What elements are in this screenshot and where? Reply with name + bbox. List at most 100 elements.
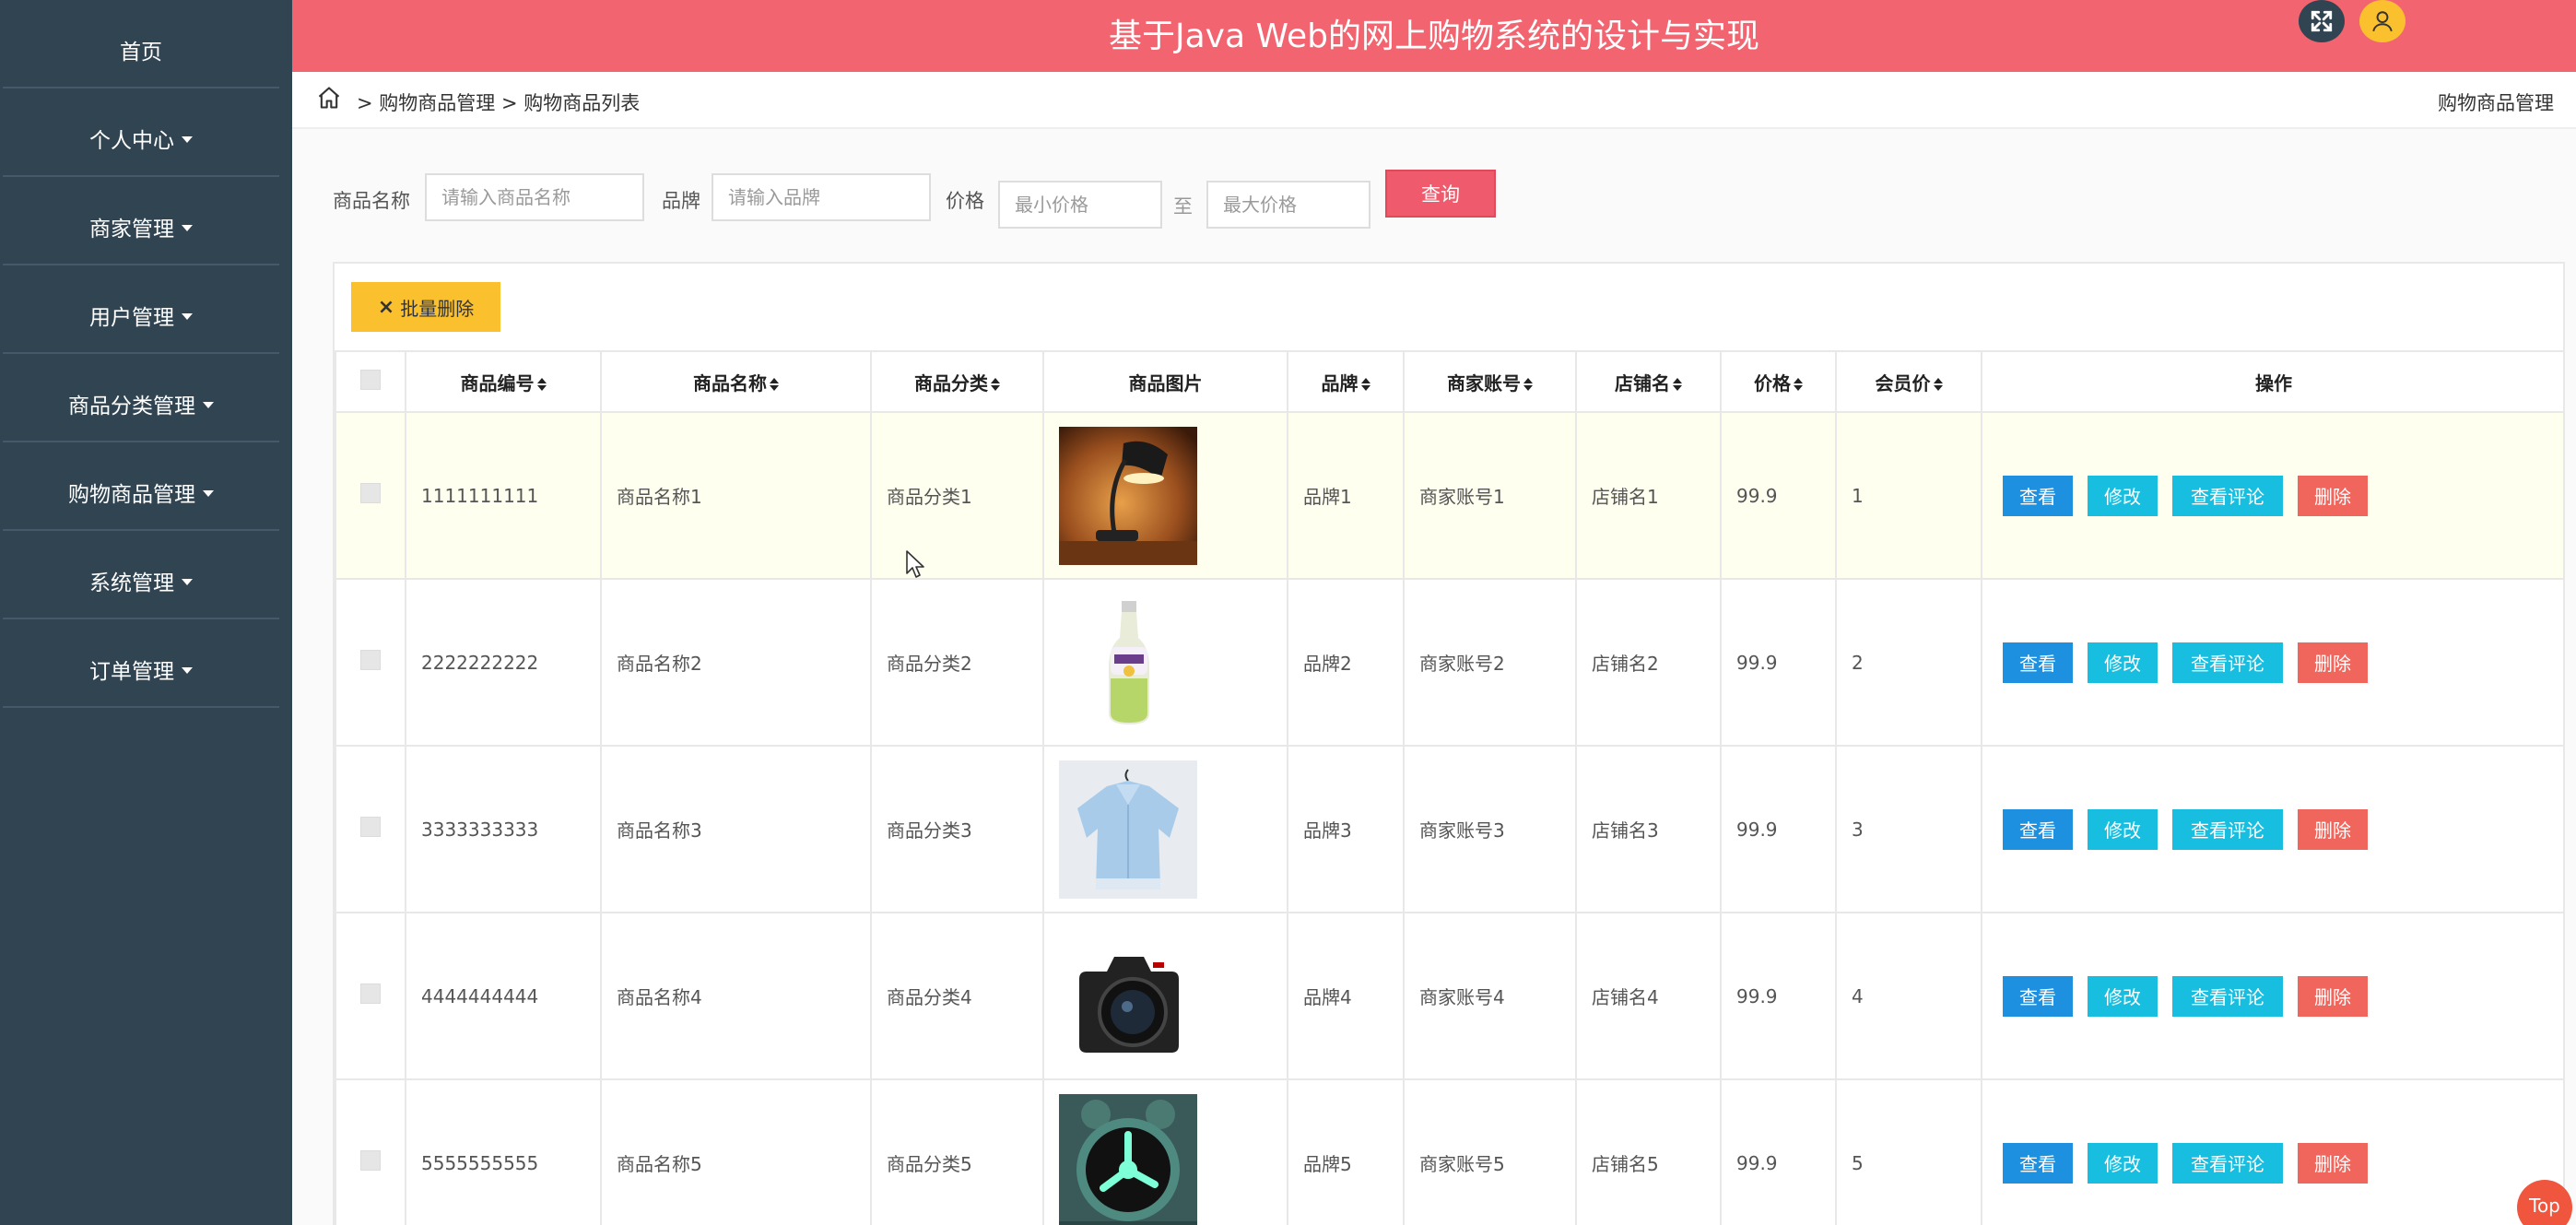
cell-id: 5555555555 (405, 1078, 602, 1225)
brand-label: 品牌 (662, 190, 700, 212)
cell-name: 商品名称5 (600, 1078, 872, 1225)
product-image-alarm-clock (1059, 1093, 1197, 1225)
edit-button[interactable]: 修改 (2088, 475, 2158, 516)
sidebar-item-home[interactable]: 首页 (3, 0, 279, 88)
column-header-brand[interactable]: 品牌 (1287, 350, 1405, 413)
batch-delete-label: 批量删除 (400, 297, 475, 320)
sort-icon (1523, 378, 1533, 391)
sidebar-item-merchant-management[interactable]: 商家管理 (3, 177, 279, 265)
column-header-actions: 操作 (1981, 350, 2563, 413)
caret-down-icon (203, 401, 214, 408)
query-button[interactable]: 查询 (1385, 170, 1496, 218)
cell-brand: 品牌3 (1287, 745, 1405, 913)
edit-button[interactable]: 修改 (2088, 975, 2158, 1017)
row-checkbox[interactable] (360, 817, 381, 837)
max-price-input[interactable] (1206, 181, 1370, 229)
fullscreen-button[interactable] (2299, 0, 2345, 42)
delete-button[interactable]: 删除 (2298, 808, 2368, 850)
column-header-name[interactable]: 商品名称 (600, 350, 872, 413)
table-row: 1111111111 商品名称1 商品分类1 品牌1 商家账号1 店铺名1 99… (335, 411, 2563, 580)
column-header-merchant[interactable]: 商家账号 (1403, 350, 1577, 413)
cell-actions: 查看 修改 查看评论 删除 (1981, 578, 2563, 747)
delete-button[interactable]: 删除 (2298, 642, 2368, 683)
cell-member-price: 3 (1835, 745, 1982, 913)
sidebar-item-order-management[interactable]: 订单管理 (3, 619, 279, 708)
view-button[interactable]: 查看 (2003, 1142, 2073, 1184)
column-header-price[interactable]: 价格 (1720, 350, 1837, 413)
sidebar-item-personal-center[interactable]: 个人中心 (3, 88, 279, 177)
sort-icon (991, 378, 1000, 391)
row-checkbox[interactable] (360, 1150, 381, 1171)
view-button[interactable]: 查看 (2003, 642, 2073, 683)
cell-merchant: 商家账号2 (1403, 578, 1577, 747)
sidebar-item-category-management[interactable]: 商品分类管理 (3, 354, 279, 442)
brand-input[interactable] (712, 173, 931, 221)
sidebar-item-system-management[interactable]: 系统管理 (3, 531, 279, 619)
column-header-member-price[interactable]: 会员价 (1835, 350, 1982, 413)
view-button[interactable]: 查看 (2003, 475, 2073, 516)
table-row: 4444444444 商品名称4 商品分类4 品牌4 商家账号4 店铺名4 99… (335, 912, 2563, 1080)
cell-shop: 店铺名4 (1575, 912, 1722, 1080)
caret-down-icon (182, 224, 193, 231)
cell-category: 商品分类4 (870, 912, 1044, 1080)
sort-icon (1794, 378, 1803, 391)
home-icon[interactable] (316, 85, 342, 111)
cell-price: 99.9 (1720, 912, 1837, 1080)
view-comments-button[interactable]: 查看评论 (2172, 475, 2283, 516)
delete-button[interactable]: 删除 (2298, 1142, 2368, 1184)
sidebar-item-product-management[interactable]: 购物商品管理 (3, 442, 279, 531)
edit-button[interactable]: 修改 (2088, 1142, 2158, 1184)
product-image-camera (1059, 926, 1197, 1066)
sort-icon (1360, 378, 1370, 391)
caret-down-icon (182, 312, 193, 320)
cell-price: 99.9 (1720, 578, 1837, 747)
row-checkbox[interactable] (360, 984, 381, 1004)
column-header-image: 商品图片 (1042, 350, 1288, 413)
view-button[interactable]: 查看 (2003, 808, 2073, 850)
product-list-panel: × 批量删除 商品编号 商品名称 商品分类 商品图片 品牌 商家账号 店铺名 价… (333, 262, 2565, 1225)
edit-button[interactable]: 修改 (2088, 642, 2158, 683)
user-icon (2372, 11, 2393, 32)
expand-icon (2311, 10, 2333, 32)
delete-button[interactable]: 删除 (2298, 475, 2368, 516)
sidebar-item-label: 订单管理 (89, 660, 174, 684)
select-all-checkbox[interactable] (360, 369, 381, 390)
cell-image (1042, 578, 1288, 747)
column-header-id[interactable]: 商品编号 (405, 350, 602, 413)
batch-delete-button[interactable]: × 批量删除 (351, 282, 500, 332)
cell-brand: 品牌1 (1287, 411, 1405, 580)
sidebar-item-label: 商品分类管理 (68, 395, 195, 418)
view-comments-button[interactable]: 查看评论 (2172, 642, 2283, 683)
cell-member-price: 2 (1835, 578, 1982, 747)
min-price-input[interactable] (998, 181, 1162, 229)
price-label: 价格 (946, 190, 984, 212)
cell-image (1042, 745, 1288, 913)
column-header-category[interactable]: 商品分类 (870, 350, 1044, 413)
cell-id: 4444444444 (405, 912, 602, 1080)
view-comments-button[interactable]: 查看评论 (2172, 808, 2283, 850)
cell-shop: 店铺名5 (1575, 1078, 1722, 1225)
delete-button[interactable]: 删除 (2298, 975, 2368, 1017)
cell-category: 商品分类5 (870, 1078, 1044, 1225)
row-checkbox[interactable] (360, 650, 381, 670)
product-image-desk-lamp (1059, 426, 1197, 565)
cell-name: 商品名称2 (600, 578, 872, 747)
table-header-row: 商品编号 商品名称 商品分类 商品图片 品牌 商家账号 店铺名 价格 会员价 操… (335, 350, 2563, 413)
cell-shop: 店铺名1 (1575, 411, 1722, 580)
main-content: 商品名称 品牌 价格 至 查询 × 批量删除 商品编号 商品名称 商品分类 商品… (292, 129, 2576, 1225)
cell-price: 99.9 (1720, 1078, 1837, 1225)
cell-price: 99.9 (1720, 411, 1837, 580)
view-button[interactable]: 查看 (2003, 975, 2073, 1017)
product-name-input[interactable] (425, 173, 644, 221)
view-comments-button[interactable]: 查看评论 (2172, 975, 2283, 1017)
user-avatar-button[interactable] (2359, 0, 2405, 42)
column-header-shop[interactable]: 店铺名 (1575, 350, 1722, 413)
edit-button[interactable]: 修改 (2088, 808, 2158, 850)
cell-member-price: 4 (1835, 912, 1982, 1080)
sidebar-item-user-management[interactable]: 用户管理 (3, 265, 279, 354)
sidebar-item-label: 商家管理 (89, 218, 174, 241)
view-comments-button[interactable]: 查看评论 (2172, 1142, 2283, 1184)
row-checkbox[interactable] (360, 483, 381, 503)
caret-down-icon (182, 135, 193, 143)
cell-category: 商品分类3 (870, 745, 1044, 913)
